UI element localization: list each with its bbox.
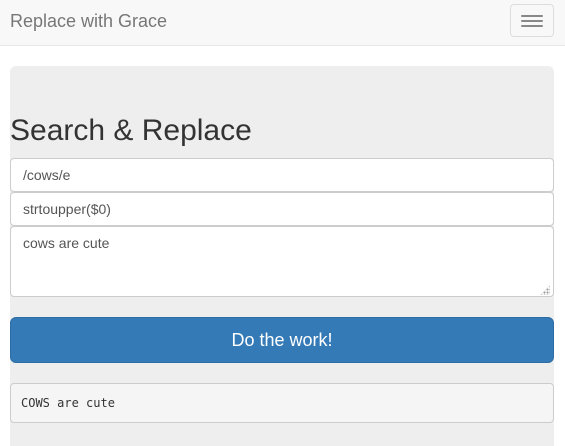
- page-title: Search & Replace: [10, 114, 252, 147]
- subject-textarea[interactable]: cows are cute: [10, 226, 554, 297]
- replacement-input[interactable]: [10, 192, 554, 226]
- pattern-input[interactable]: [10, 158, 554, 192]
- brand-link[interactable]: Replace with Grace: [10, 10, 167, 32]
- navbar: Replace with Grace: [0, 0, 565, 46]
- navbar-toggle-button[interactable]: [510, 4, 554, 37]
- result-output: COWS are cute: [10, 383, 554, 423]
- do-the-work-button[interactable]: Do the work!: [10, 317, 554, 363]
